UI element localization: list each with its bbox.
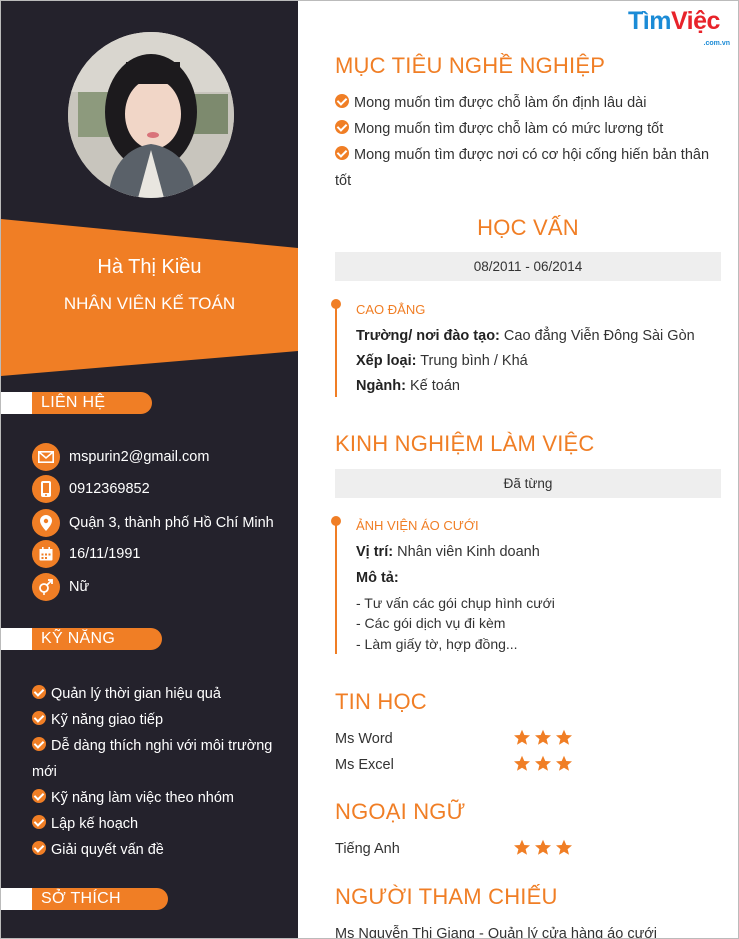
contact-phone: 0912369852 [32,475,150,503]
timviec-logo: TìmViệc .com.vn [628,7,730,47]
language-row: Tiếng Anh [335,839,595,861]
education-rank: Xếp loại: Trung bình / Khá [356,353,528,369]
check-circle-icon [32,789,46,803]
it-skills-heading: TIN HỌC [335,689,427,714]
star-icon [514,755,530,771]
star-icon [535,729,551,745]
language-label: Tiếng Anh [335,841,400,857]
star-icon [556,729,572,745]
star-icon [535,755,551,771]
phone-icon [32,475,60,503]
profile-photo [68,32,234,198]
check-circle-icon [32,711,46,725]
experience-desc-item: - Tư vấn các gói chụp hình cưới [356,595,555,611]
candidate-name: Hà Thị Kiều [97,256,202,278]
skill-item: Kỹ năng giao tiếp [32,707,290,733]
skill-item: Kỹ năng làm việc theo nhóm [32,785,290,811]
avatar [68,32,234,198]
languages-heading: NGOẠI NGỮ [335,799,466,824]
objective-item: Mong muốn tìm được nơi có cơ hội cống hi… [335,146,710,189]
star-rating [513,839,576,856]
objective-item: Mong muốn tìm được chỗ làm có mức lương … [335,116,725,142]
objective-item: Mong muốn tìm được chỗ làm ổn định lâu d… [335,90,725,116]
gender-icon [32,573,60,601]
sidebar: Hà Thị Kiều NHÂN VIÊN KẾ TOÁN LIÊN HỆ ms… [1,1,298,938]
education-degree: CAO ĐẲNG [356,302,426,317]
skill-item: Lập kế hoạch [32,811,290,837]
education-timeline [335,303,337,397]
gender-text: Nữ [69,579,90,595]
cv-page: Hà Thị Kiều NHÂN VIÊN KẾ TOÁN LIÊN HỆ ms… [0,0,739,939]
education-heading: HỌC VẤN [477,215,579,240]
address-text: Quận 3, thành phố Hồ Chí Minh [69,515,274,531]
experience-timeline [335,520,337,654]
envelope-icon [32,443,60,471]
birthday-text: 16/11/1991 [69,546,141,562]
it-skill-row: Ms Word [335,729,595,751]
reference-item: Ms Nguyễn Thị Giang - Quản lý cửa hàng á… [335,926,658,939]
contact-email: mspurin2@gmail.com [32,443,209,471]
it-skill-label: Ms Word [335,731,393,747]
education-period: 08/2011 - 06/2014 [335,252,721,281]
skills-heading: KỸ NĂNG [1,628,162,650]
skill-item: Giải quyết vấn đề [32,837,290,863]
skills-heading-label: KỸ NĂNG [41,630,116,647]
contact-heading-label: LIÊN HỆ [41,394,106,411]
check-circle-icon [335,146,349,160]
check-circle-icon [335,94,349,108]
check-circle-icon [32,815,46,829]
skills-list: Quản lý thời gian hiệu quả Kỹ năng giao … [32,681,290,863]
calendar-icon [32,540,60,568]
check-circle-icon [335,120,349,134]
timeline-dot [331,299,341,309]
experience-desc-item: - Các gói dịch vụ đi kèm [356,615,506,631]
experience-desc-item: - Làm giấy tờ, hợp đồng... [356,636,518,652]
star-icon [556,839,572,855]
candidate-job-title: NHÂN VIÊN KẾ TOÁN [63,294,236,313]
experience-desc-label: Mô tả: [356,570,399,586]
objective-list: Mong muốn tìm được chỗ làm ổn định lâu d… [335,90,725,194]
phone-text: 0912369852 [69,481,150,497]
it-skill-label: Ms Excel [335,757,394,773]
experience-company: ẢNH VIỆN ÁO CƯỚI [356,518,479,533]
hobbies-heading-label: SỞ THÍCH [41,890,121,907]
contact-heading: LIÊN HỆ [1,392,152,414]
it-skill-row: Ms Excel [335,755,595,777]
references-heading: NGƯỜI THAM CHIẾU [335,884,558,909]
experience-heading: KINH NGHIỆM LÀM VIỆC [335,431,595,456]
star-rating [513,729,576,746]
check-circle-icon [32,737,46,751]
skill-item: Dễ dàng thích nghi với môi trường mới [32,737,273,780]
star-icon [556,755,572,771]
check-circle-icon [32,841,46,855]
check-circle-icon [32,685,46,699]
star-icon [514,839,530,855]
star-icon [535,839,551,855]
timeline-dot [331,516,341,526]
objective-heading: MỤC TIÊU NGHỀ NGHIỆP [335,53,606,78]
contact-gender: Nữ [32,573,89,601]
contact-birthday: 16/11/1991 [32,540,141,568]
experience-position: Vị trí: Nhân viên Kinh doanh [356,544,540,560]
contact-address: Quận 3, thành phố Hồ Chí Minh [32,509,274,537]
experience-period: Đã từng [335,469,721,498]
star-rating [513,755,576,772]
skill-item: Quản lý thời gian hiệu quả [32,681,290,707]
hobbies-heading: SỞ THÍCH [1,888,168,910]
education-major: Ngành: Kế toán [356,378,460,394]
star-icon [514,729,530,745]
email-text: mspurin2@gmail.com [69,449,210,465]
map-pin-icon [32,509,60,537]
education-school: Trường/ nơi đào tạo: Cao đẳng Viễn Đông … [356,328,695,344]
